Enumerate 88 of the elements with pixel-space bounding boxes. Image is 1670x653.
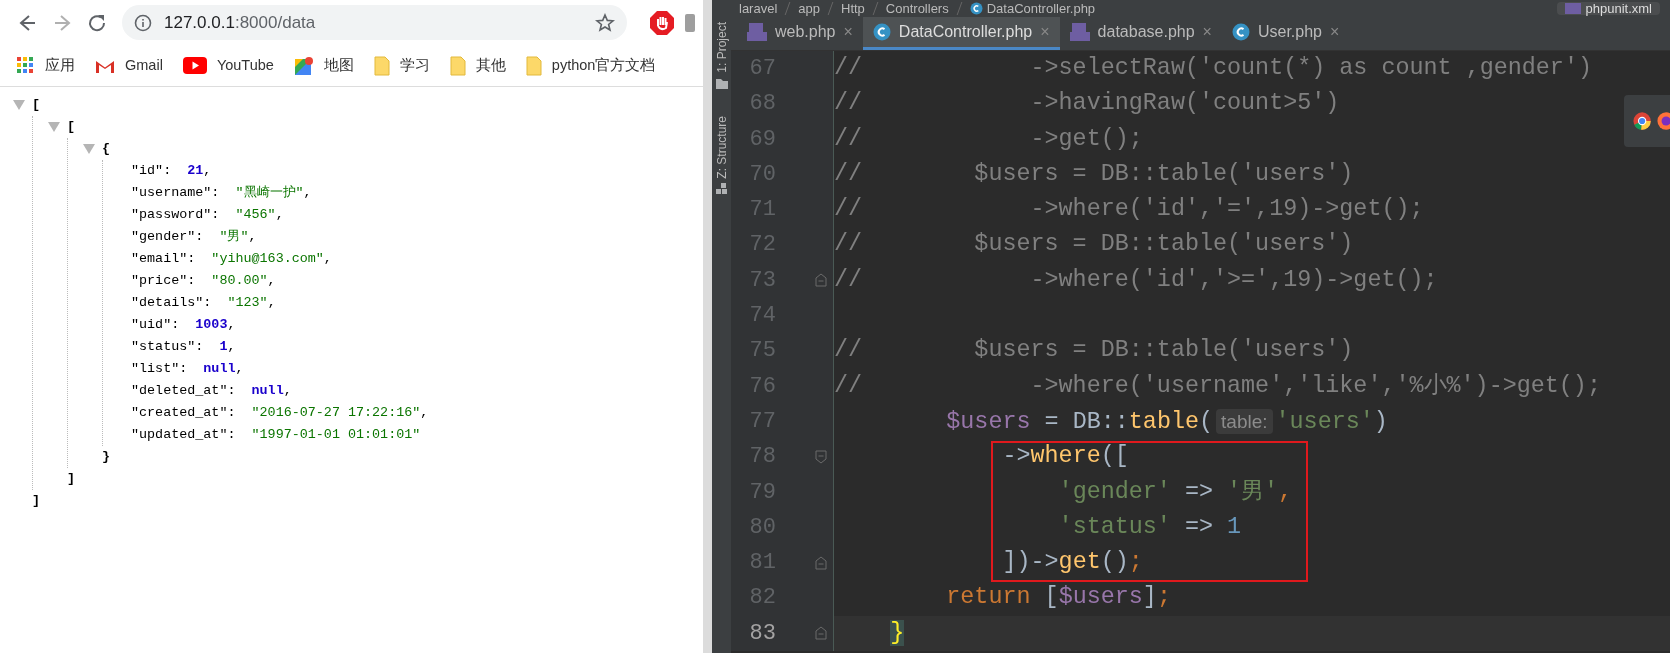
- bookmark-link[interactable]: python官方文档: [525, 54, 656, 77]
- code-line: return [$users];: [945, 583, 1171, 613]
- php-file-icon: [747, 23, 767, 41]
- json-entry: "status": 1,: [130, 338, 237, 356]
- json-entry: "list": null,: [130, 360, 245, 378]
- structure-icon: [714, 182, 729, 196]
- bookmark-link[interactable]: Gmail: [95, 54, 163, 77]
- parameter-hint: table:: [1216, 408, 1273, 434]
- breadcrumb-item[interactable]: DataController.php: [986, 2, 1096, 15]
- address-bar[interactable]: 127.0.0.1:8000/data: [122, 5, 627, 40]
- json-entry: "email": "yihu@163.com",: [130, 250, 333, 268]
- url-text: 127.0.0.1:8000/data: [164, 11, 316, 34]
- code-line: // $users = DB::table('users'): [834, 230, 1354, 260]
- bookmark-link[interactable]: 其他: [449, 54, 506, 77]
- json-entry: "deleted_at": null,: [130, 382, 293, 400]
- close-icon[interactable]: ×: [1330, 20, 1340, 44]
- json-entry: "gender": "男",: [130, 228, 258, 246]
- folder-icon: [373, 55, 390, 76]
- collapse-triangle-icon[interactable]: [83, 144, 95, 154]
- code-line: // ->selectRaw('count(*) as count ,gender'): [834, 54, 1592, 83]
- code-line: // ->get();: [834, 124, 1143, 154]
- code-line: // ->where('id','>=',19)->get();: [834, 265, 1438, 295]
- bookmark-link[interactable]: 地图: [293, 54, 354, 77]
- class-icon: [1231, 23, 1250, 41]
- json-entry: "username": "黑崎一护",: [130, 184, 313, 202]
- code-line: ])->get();: [1001, 548, 1143, 578]
- apps-icon: [16, 56, 35, 75]
- class-icon: [872, 23, 891, 41]
- json-bracket: [: [67, 118, 76, 136]
- code-text: $users = DB::table(: [945, 408, 1214, 435]
- extension-icon[interactable]: [685, 11, 695, 34]
- code-text: 'users'): [1275, 408, 1388, 435]
- json-entry: "details": "123",: [130, 294, 277, 312]
- video-play-icon: [182, 57, 207, 74]
- browser-icon: [1633, 111, 1652, 131]
- fold-icon[interactable]: [814, 555, 828, 570]
- json-entry: "updated_at": "1997-01-01 01:01:01": [130, 426, 422, 444]
- breadcrumb-item[interactable]: app: [798, 2, 820, 15]
- collapse-triangle-icon[interactable]: [48, 122, 60, 132]
- stop-sign-icon[interactable]: [649, 9, 675, 36]
- json-entry: "id": 21,: [130, 162, 213, 180]
- json-entry: "password": "456",: [130, 206, 285, 224]
- json-bracket: {: [102, 140, 111, 158]
- json-entry: "price": "80.00",: [130, 272, 277, 290]
- collapse-triangle-icon[interactable]: [13, 100, 25, 110]
- code-line: // $users = DB::table('users'): [834, 159, 1354, 189]
- folder-icon: [525, 55, 542, 76]
- json-entry: "created_at": "2016-07-27 17:22:16",: [130, 404, 430, 422]
- editor-tab[interactable]: database.php ×: [1059, 17, 1222, 50]
- browser-icon: [1657, 111, 1670, 131]
- fold-icon[interactable]: [814, 626, 828, 641]
- bookmark-link[interactable]: 学习: [373, 54, 430, 77]
- map-icon: [293, 55, 314, 76]
- folder-icon: [714, 76, 729, 90]
- code-line: // ->havingRaw('count>5'): [834, 89, 1340, 119]
- editor-tab[interactable]: phpunit.xml: [1556, 2, 1660, 15]
- code-line: // ->where('username','like','%小%')->get();: [834, 371, 1601, 401]
- bookmark-link[interactable]: 应用: [16, 54, 75, 77]
- code-line: 'gender' => '男',: [1057, 477, 1293, 507]
- editor-tab[interactable]: web.php ×: [737, 17, 863, 50]
- php-file-icon: [1069, 23, 1090, 41]
- breadcrumb-item[interactable]: laravel: [739, 2, 778, 15]
- breadcrumb-item[interactable]: Controllers: [885, 2, 949, 15]
- bookmark-link[interactable]: YouTube: [182, 54, 274, 77]
- code-line: ->where([: [1001, 442, 1129, 472]
- code-line: // $users = DB::table('users'): [834, 336, 1354, 366]
- line-number: 83: [748, 619, 776, 648]
- folder-icon: [449, 55, 466, 76]
- json-bracket: }: [102, 449, 111, 464]
- close-icon[interactable]: ×: [843, 20, 853, 44]
- class-icon: [969, 2, 983, 15]
- json-entry: "uid": 1003,: [130, 316, 237, 334]
- editor-tab[interactable]: User.php ×: [1221, 17, 1350, 50]
- code-line: // ->where('id','=',19)->get();: [834, 195, 1424, 225]
- json-bracket: [: [32, 96, 41, 114]
- php-file-icon: [1564, 3, 1581, 14]
- star-icon[interactable]: [595, 12, 615, 33]
- editor-tab[interactable]: DataController.php ×: [862, 17, 1060, 50]
- close-icon[interactable]: ×: [1202, 20, 1212, 44]
- fold-icon[interactable]: [814, 273, 828, 288]
- code-line: 'status' => 1: [1057, 512, 1242, 542]
- breadcrumb-item[interactable]: Http: [841, 2, 865, 15]
- json-bracket: ]: [67, 471, 76, 486]
- info-icon: [134, 13, 152, 32]
- tool-window-tab[interactable]: Z: Structure: [712, 115, 731, 179]
- json-bracket: ]: [32, 493, 41, 508]
- fold-icon[interactable]: [814, 449, 828, 464]
- tool-window-tab[interactable]: 1: Project: [712, 22, 731, 73]
